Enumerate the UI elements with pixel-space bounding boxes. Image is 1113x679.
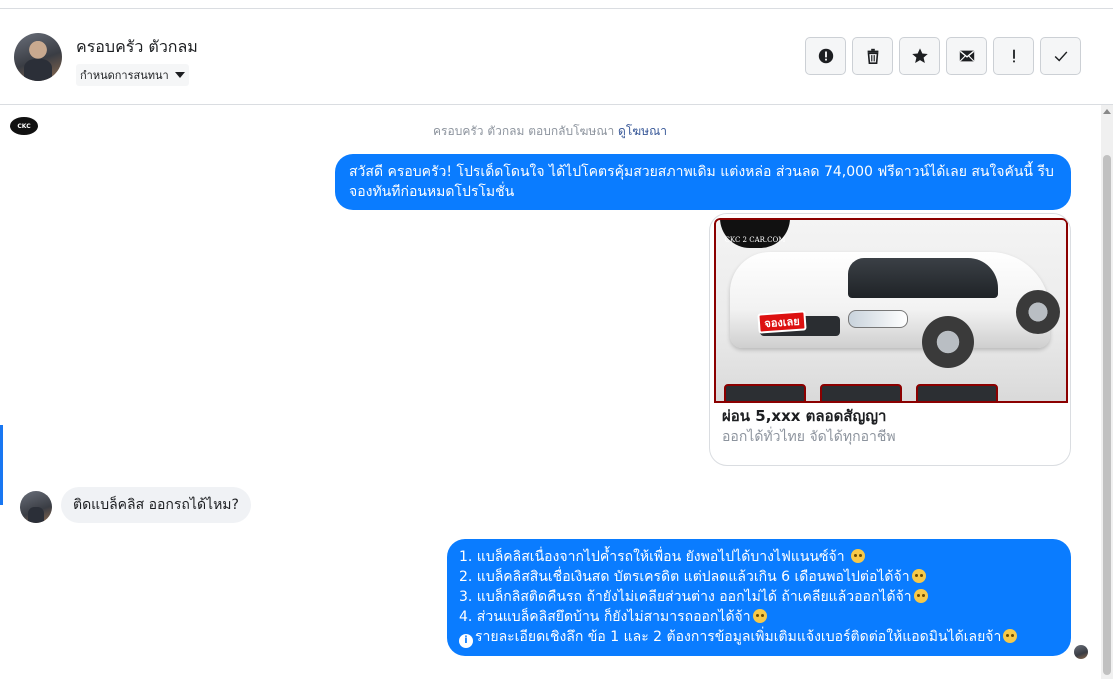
exclamation-circle-icon xyxy=(818,48,833,64)
seen-avatar xyxy=(1074,645,1088,659)
message-line: 2. แบล็คลิสสินเชื่อเงินสด บัตรเครดิต แต่… xyxy=(459,567,1059,587)
selection-accent xyxy=(0,425,3,505)
outgoing-message-list[interactable]: 1. แบล็คลิสเนื่องจากไปค้ำรถให้เพื่อน ยัง… xyxy=(447,539,1071,656)
caret-down-icon xyxy=(174,72,185,78)
thread-scrollbar[interactable] xyxy=(1101,105,1113,679)
scrollbar-thumb[interactable] xyxy=(1103,155,1111,675)
scroll-up-arrow-icon[interactable] xyxy=(1103,109,1111,114)
message-line: 4. ส่วนแบล็คลิสยึดบ้าน ก็ยังไม่สามารถออก… xyxy=(459,607,1059,627)
checkmark-icon xyxy=(1054,51,1067,62)
follow-up-button[interactable] xyxy=(993,37,1034,75)
delete-button[interactable] xyxy=(852,37,893,75)
info-icon: i xyxy=(459,634,473,648)
message-line: i รายละเอียดเชิงลึก ข้อ 1 และ 2 ต้องการข้… xyxy=(459,627,1059,648)
conversation-actions xyxy=(805,37,1081,75)
sender-avatar[interactable] xyxy=(20,491,52,523)
star-button[interactable] xyxy=(899,37,940,75)
car-body-shape xyxy=(730,252,1050,348)
contact-avatar[interactable] xyxy=(14,33,62,81)
smiling-face-icon xyxy=(911,569,926,583)
contact-name[interactable]: ครอบครัว ตัวกลม xyxy=(76,35,198,60)
report-button[interactable] xyxy=(805,37,846,75)
envelope-icon xyxy=(959,50,974,62)
ad-card[interactable]: CKC 2 CAR.COM จองเลย ผ่อน 5,xxx ตลอดสัญญ… xyxy=(709,213,1071,466)
top-border xyxy=(0,0,1113,9)
exclamation-icon xyxy=(1012,49,1015,63)
conversation-label-dropdown[interactable]: กำหนดการสนทนา xyxy=(76,64,189,86)
view-ad-link[interactable]: ดูโฆษณา xyxy=(618,124,667,138)
message-thread[interactable]: CKC ครอบครัว ตัวกลม ตอบกลับโฆษณา ดูโฆษณา… xyxy=(0,105,1113,679)
trash-icon xyxy=(867,48,878,65)
star-icon xyxy=(911,48,928,64)
image-thumbnails xyxy=(720,384,1066,403)
message-line: 3. แบล็กลิสติดคืนรถ ถ้ายังไม่เคลียส่วนต่… xyxy=(459,587,1059,607)
conversation-label-text: กำหนดการสนทนา xyxy=(80,69,169,82)
ad-reply-text: ครอบครัว ตัวกลม ตอบกลับโฆษณา xyxy=(433,124,615,138)
card-title: ผ่อน 5,xxx ตลอดสัญญา xyxy=(722,407,887,425)
conversation-header: ครอบครัว ตัวกลม กำหนดการสนทนา xyxy=(0,9,1113,105)
smiling-face-icon xyxy=(1003,629,1018,643)
smiling-face-icon xyxy=(851,549,866,563)
smiling-face-icon xyxy=(913,589,928,603)
dealer-logo: CKC 2 CAR.COM xyxy=(720,218,790,248)
car-image[interactable]: CKC 2 CAR.COM จองเลย xyxy=(714,218,1068,403)
incoming-message[interactable]: ติดแบล็คลิส ออกรถได้ไหม? xyxy=(61,487,251,523)
smiling-face-icon xyxy=(752,609,767,623)
book-now-sticker: จองเลย xyxy=(757,310,807,334)
mark-unread-button[interactable] xyxy=(946,37,987,75)
card-subtitle: ออกได้ทั่วไทย จัดได้ทุกอาชีพ xyxy=(722,429,896,445)
ad-reply-notice: ครอบครัว ตัวกลม ตอบกลับโฆษณา ดูโฆษณา xyxy=(0,122,1100,141)
done-button[interactable] xyxy=(1040,37,1081,75)
outgoing-message[interactable]: สวัสดี ครอบครัว! โปรเด็ดโดนใจ ได้ไปโคตรค… xyxy=(335,154,1071,210)
message-line: 1. แบล็คลิสเนื่องจากไปค้ำรถให้เพื่อน ยัง… xyxy=(459,547,1059,567)
